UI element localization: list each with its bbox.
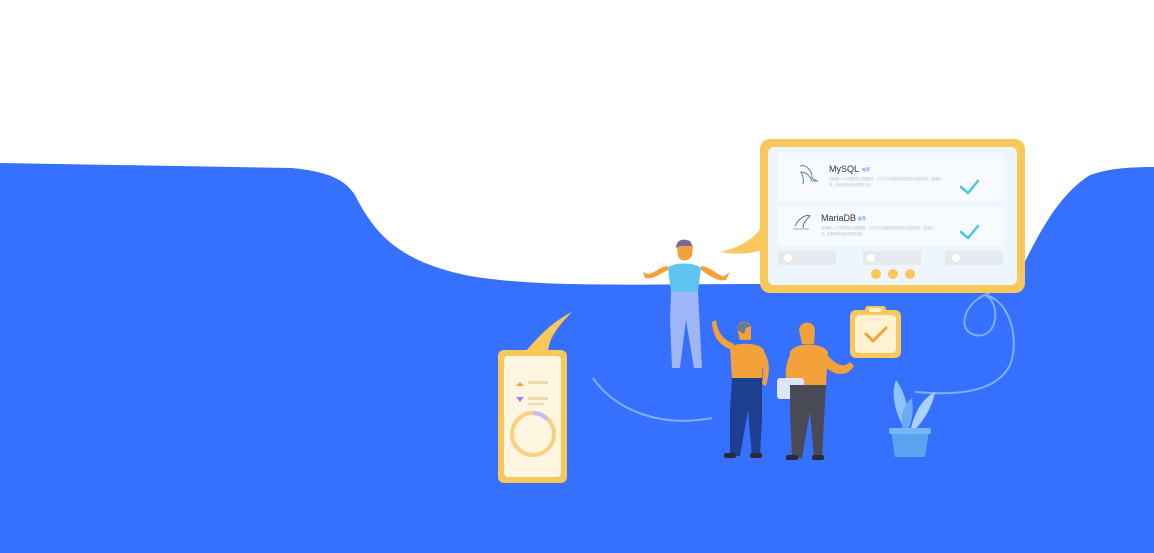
- white-tab-shape: [469, 184, 752, 236]
- pagination-dot: [888, 269, 898, 279]
- pagination-dot: [871, 269, 881, 279]
- card-title-mariadb: MariaDB: [821, 213, 856, 223]
- card-title-mysql: MySQL: [829, 164, 859, 174]
- illustration-scene: MySQL 推荐 请按输入以下配置项以创建服务，点击下方连接测试按钮进行连接检测…: [0, 139, 1154, 553]
- card-desc-mysql-2: 本，配置说明请参阅说明文档: [829, 182, 870, 187]
- database-board: [760, 139, 1025, 293]
- pagination-dot: [905, 269, 915, 279]
- card-desc-mariadb-2: 本，配置说明请参阅说明文档: [821, 231, 862, 236]
- phone-icon: [498, 350, 567, 483]
- card-desc-mysql-1: 请按输入以下配置项以创建服务，点击下方连接测试按钮进行连接检测。支持版: [829, 176, 941, 181]
- clipboard-check-icon: [850, 306, 901, 358]
- card-tag-mysql: 推荐: [862, 166, 870, 172]
- card-desc-mariadb-1: 请按输入以下配置项以创建服务，点击下方连接测试按钮进行连接检测。支持版: [821, 225, 933, 230]
- card-tag-mariadb: 推荐: [858, 215, 866, 221]
